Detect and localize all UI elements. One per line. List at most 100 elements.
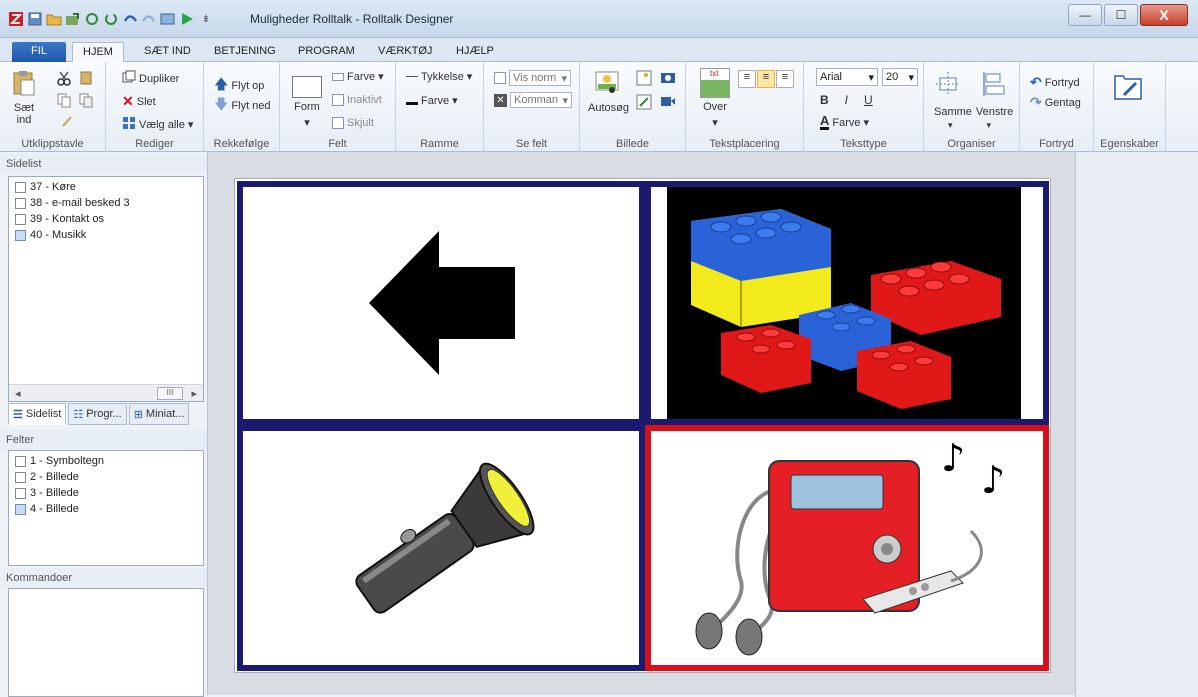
cell-flashlight[interactable] xyxy=(237,425,645,671)
copy-format-icon[interactable] xyxy=(78,92,94,108)
group-textplace: txt Over ▾ ≡ ≡ ≡ Tekstplacering xyxy=(686,62,804,152)
inactive-checkbox[interactable]: Inaktivt xyxy=(332,94,382,106)
list-item[interactable]: 3 - Billede xyxy=(9,485,203,501)
copy-icon[interactable] xyxy=(56,92,72,108)
cut-icon[interactable] xyxy=(56,70,72,86)
italic-button[interactable]: I xyxy=(845,93,848,107)
tab-sidelist[interactable]: ☰ Sidelist xyxy=(8,403,67,425)
open-folder-icon[interactable] xyxy=(46,11,62,27)
group-label-properties: Egenskaber xyxy=(1100,138,1159,150)
cell-music-player[interactable]: ♪ ♪ xyxy=(645,425,1049,671)
customize-qat-icon[interactable]: ⇟ xyxy=(198,11,214,27)
tab-hjaelp[interactable]: HJÆLP xyxy=(446,42,504,62)
view-mode-select[interactable]: Vis norm ▾ xyxy=(494,70,571,86)
maximize-button[interactable]: ☐ xyxy=(1104,4,1138,26)
edit-image-icon[interactable] xyxy=(636,94,652,110)
paste-button[interactable]: Sæt ind xyxy=(12,70,36,126)
export-icon[interactable] xyxy=(65,11,81,27)
scroll-left-icon[interactable]: ◂ xyxy=(15,387,21,400)
frame-color-button[interactable]: Farve ▾ xyxy=(406,94,458,107)
delete-button[interactable]: ✕ Slet xyxy=(122,93,156,110)
group-label-texttype: Teksttype xyxy=(840,138,887,150)
format-painter-icon[interactable] xyxy=(60,114,74,128)
list-item[interactable]: 37 - Køre xyxy=(9,179,203,195)
hidden-checkbox[interactable]: Skjult xyxy=(332,117,374,129)
scroll-thumb[interactable]: III xyxy=(157,386,183,400)
close-button[interactable]: X xyxy=(1140,4,1188,26)
group-edit: Dupliker ✕ Slet Vælg alle ▾ Rediger xyxy=(106,62,204,152)
chevron-down-icon: ▾ xyxy=(562,94,568,107)
chevron-down-icon: ▾ xyxy=(908,71,914,84)
field-color-button[interactable]: Farve ▾ xyxy=(332,70,384,83)
insert-image-icon[interactable] xyxy=(636,70,652,86)
font-select[interactable]: Arial ▾ xyxy=(816,68,878,86)
align-left-icon[interactable]: ≡ xyxy=(738,70,756,88)
font-size-select[interactable]: 20 ▾ xyxy=(882,68,918,86)
undo-button[interactable]: ↶ Fortryd xyxy=(1030,74,1080,91)
chevron-down-icon: ▾ xyxy=(868,71,874,84)
checkbox-icon xyxy=(15,471,26,483)
select-all-button[interactable]: Vælg alle ▾ xyxy=(122,116,193,133)
tab-fil[interactable]: FIL xyxy=(12,42,66,62)
form-button[interactable]: Form ▾ xyxy=(292,76,322,129)
tab-hjem[interactable]: HJEM xyxy=(72,42,124,63)
left-button[interactable]: Venstre xyxy=(976,106,1013,118)
text-color-button[interactable]: A Farve ▾ xyxy=(820,114,869,130)
play-icon[interactable] xyxy=(179,11,195,27)
command-select[interactable]: ✕ Komman ▾ xyxy=(494,92,572,108)
form-shape-icon xyxy=(292,76,322,98)
tree-icon: ☷ xyxy=(73,408,84,421)
move-down-button[interactable]: 🡇 Flyt ned xyxy=(214,94,271,118)
title-bar: ⇟ Muligheder Rolltalk - Rolltalk Designe… xyxy=(0,0,1198,38)
redo-icon[interactable] xyxy=(141,11,157,27)
felter-box: 1 - Symboltegn 2 - Billede 3 - Billede 4… xyxy=(8,450,204,566)
video-icon[interactable] xyxy=(660,94,676,108)
copy-doc-icon[interactable] xyxy=(78,70,94,86)
sync-icon[interactable] xyxy=(103,11,119,27)
undo-icon[interactable] xyxy=(122,11,138,27)
duplicate-button[interactable]: Dupliker xyxy=(122,70,179,87)
list-item[interactable]: 1 - Symboltegn xyxy=(9,453,203,469)
organize-labels: Samme Venstre xyxy=(934,106,1013,118)
right-pane xyxy=(1075,152,1198,697)
list-item[interactable]: 39 - Kontakt os xyxy=(9,211,203,227)
list-item[interactable]: 40 - Musikk xyxy=(9,227,203,243)
refresh-icon[interactable] xyxy=(84,11,100,27)
camera-icon[interactable] xyxy=(660,70,676,84)
tab-program[interactable]: ☷ Progr... xyxy=(68,403,127,425)
align-left-objects-icon[interactable] xyxy=(978,70,1006,98)
list-item[interactable]: 2 - Billede xyxy=(9,469,203,485)
kommandoer-box[interactable] xyxy=(8,588,204,697)
minimize-button[interactable]: — xyxy=(1068,4,1102,26)
save-icon[interactable] xyxy=(27,11,43,27)
list-item[interactable]: 38 - e-mail besked 3 xyxy=(9,195,203,211)
thickness-button[interactable]: Tykkelse ▾ xyxy=(406,70,472,83)
autosearch-button[interactable]: Autosøg xyxy=(588,70,629,114)
cell-lego[interactable] xyxy=(645,181,1049,425)
sidelist-box: 37 - Køre 38 - e-mail besked 3 39 - Kont… xyxy=(8,176,204,402)
same-size-icon[interactable] xyxy=(934,70,962,98)
bold-button[interactable]: B xyxy=(820,93,829,107)
underline-button[interactable]: U xyxy=(864,93,873,107)
tab-saet-ind[interactable]: SÆT IND xyxy=(134,42,201,62)
screen-icon[interactable] xyxy=(160,11,176,27)
horizontal-scrollbar[interactable]: ◂ III ▸ xyxy=(9,384,203,401)
align-right-icon[interactable]: ≡ xyxy=(776,70,794,88)
checkbox-icon xyxy=(15,503,26,515)
tab-vaerktoej[interactable]: VÆRKTØJ xyxy=(368,42,442,62)
list-item[interactable]: 4 - Billede xyxy=(9,501,203,517)
app-window: ⇟ Muligheder Rolltalk - Rolltalk Designe… xyxy=(0,0,1198,697)
image-search-icon xyxy=(594,70,622,99)
redo-button[interactable]: ↷ Gentag xyxy=(1030,94,1081,111)
tab-program[interactable]: PROGRAM xyxy=(288,42,365,62)
properties-icon[interactable] xyxy=(1112,70,1144,102)
same-button[interactable]: Samme xyxy=(934,106,972,118)
tab-betjening[interactable]: BETJENING xyxy=(204,42,286,62)
tab-miniature[interactable]: ⊞ Miniat... xyxy=(128,403,190,425)
text-over-button[interactable]: txt Over ▾ xyxy=(700,68,730,129)
list-icon: ☰ xyxy=(13,408,23,421)
group-field: Form ▾ Farve ▾ Inaktivt Skjult Felt xyxy=(280,62,396,152)
align-center-icon[interactable]: ≡ xyxy=(757,70,775,88)
scroll-right-icon[interactable]: ▸ xyxy=(191,387,197,400)
cell-arrow[interactable] xyxy=(237,181,645,425)
